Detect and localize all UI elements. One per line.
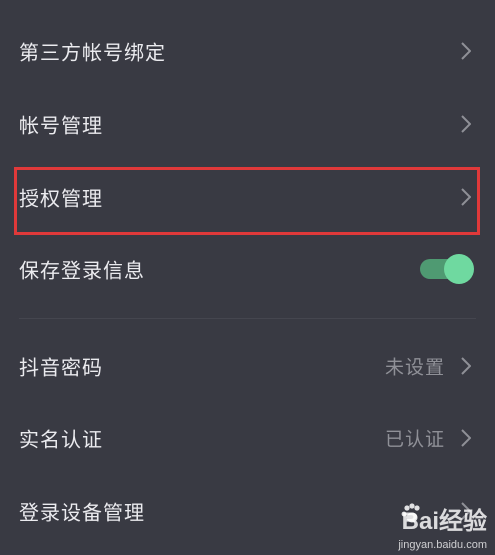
authorization-management-item[interactable]: 授权管理 [0,160,495,233]
login-device-management-item[interactable]: 登录设备管理 [0,474,495,547]
section-divider [19,318,476,319]
douyin-password-item[interactable]: 抖音密码 未设置 [0,329,495,402]
save-login-info-label: 保存登录信息 [19,258,145,282]
third-party-binding-label: 第三方帐号绑定 [19,40,166,64]
save-login-info-item: 保存登录信息 [0,232,495,305]
account-management-label: 帐号管理 [19,113,103,137]
login-device-management-label: 登录设备管理 [19,500,145,524]
real-name-verification-status: 已认证 [384,428,445,450]
douyin-password-status: 未设置 [384,356,445,378]
account-management-item[interactable]: 帐号管理 [0,87,495,160]
authorization-management-label: 授权管理 [19,186,103,210]
chevron-right-icon [461,41,471,60]
real-name-verification-item[interactable]: 实名认证 已认证 [0,401,495,474]
chevron-right-icon [461,501,471,520]
douyin-password-label: 抖音密码 [19,355,103,379]
chevron-right-icon [461,356,471,375]
chevron-right-icon [461,114,471,133]
toggle-knob [444,253,474,284]
real-name-verification-label: 实名认证 [19,427,103,451]
third-party-binding-item[interactable]: 第三方帐号绑定 [0,14,495,87]
chevron-right-icon [461,428,471,447]
chevron-right-icon [461,187,471,206]
save-login-info-toggle[interactable] [420,253,474,284]
